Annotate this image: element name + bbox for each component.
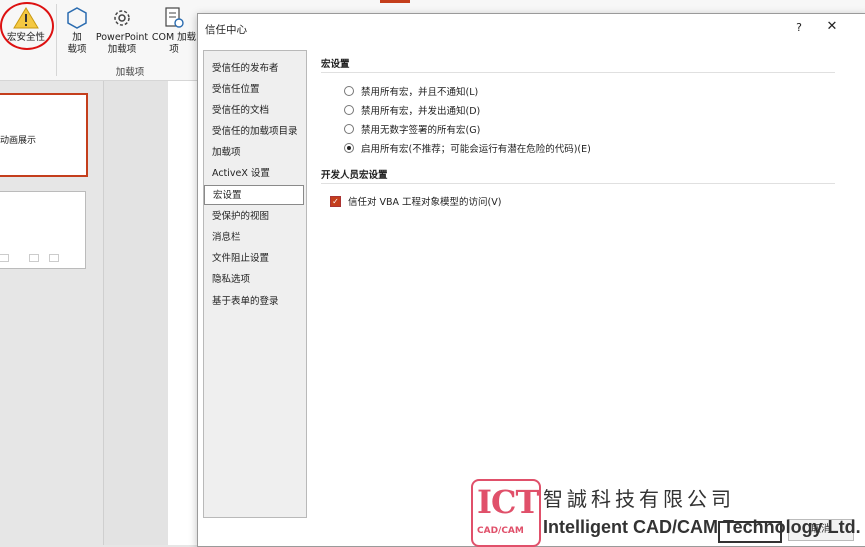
mini-shape — [49, 254, 59, 262]
nav-item-privacy-options[interactable]: 隐私选项 — [204, 270, 304, 290]
ict-logo-subtext: CAD/CAM — [477, 526, 524, 536]
mini-shape — [0, 254, 9, 262]
checkbox-checked[interactable]: ✓ — [330, 195, 341, 207]
radio-disable-no-notify[interactable]: 禁用所有宏，并且不通知(L) — [344, 84, 478, 98]
slide-thumbnail-2[interactable] — [0, 191, 86, 269]
trust-center-dialog: 信任中心 ? ✕ 受信任的发布者 受信任位置 受信任的文档 受信任的加载项目录 … — [197, 13, 865, 547]
company-name-english: Intelligent CAD/CAM Technology Ltd. — [543, 517, 861, 537]
highlight-circle — [0, 2, 54, 50]
ict-logo-text: ICT — [477, 483, 539, 521]
developer-macro-settings-heading: 开发人员宏设置 — [321, 170, 388, 181]
gear-icon — [114, 10, 130, 26]
com-addin-icon — [165, 7, 184, 28]
nav-item-trusted-publishers[interactable]: 受信任的发布者 — [204, 59, 304, 79]
ribbon-group-label: 加载项 — [115, 67, 145, 78]
radio-button-selected[interactable] — [344, 143, 354, 153]
slide-canvas[interactable] — [168, 81, 200, 545]
radio-label: 启用所有宏(不推荐；可能会运行有潜在危险的代码)(E) — [361, 144, 591, 155]
nav-item-file-block-settings[interactable]: 文件阻止设置 — [204, 249, 304, 269]
nav-item-message-bar[interactable]: 消息栏 — [204, 228, 304, 248]
nav-item-activex-settings[interactable]: ActiveX 设置 — [204, 164, 304, 184]
hexagon-icon — [67, 7, 87, 29]
section-divider — [321, 183, 835, 184]
nav-item-form-based-signin[interactable]: 基于表单的登录 — [204, 292, 304, 312]
nav-item-addins[interactable]: 加载项 — [204, 143, 304, 163]
slide-thumbnail-pane: 动画展示 — [0, 81, 104, 545]
addin-button[interactable]: 加 载项 — [60, 6, 94, 56]
macro-settings-heading: 宏设置 — [321, 59, 350, 70]
trust-center-nav: 受信任的发布者 受信任位置 受信任的文档 受信任的加载项目录 加载项 Activ… — [203, 50, 307, 518]
com-addin-label: COM 加载项 — [151, 32, 197, 55]
checkbox-label: 信任对 VBA 工程对象模型的访问(V) — [348, 197, 502, 208]
dialog-title: 信任中心 — [205, 24, 247, 36]
slide-thumbnail-1[interactable]: 动画展示 — [0, 93, 88, 177]
mini-shape — [29, 254, 39, 262]
radio-button[interactable] — [344, 86, 354, 96]
radio-label: 禁用所有宏，并且不通知(L) — [361, 87, 479, 98]
radio-button[interactable] — [344, 105, 354, 115]
ribbon-accent-bar — [380, 0, 410, 3]
addin-label: 加 载项 — [67, 32, 87, 55]
powerpoint-addin-label: PowerPoint 加载项 — [95, 32, 149, 55]
radio-button[interactable] — [344, 124, 354, 134]
com-addin-button[interactable]: COM 加载项 — [150, 6, 198, 56]
nav-item-trusted-addin-catalogs[interactable]: 受信任的加载项目录 — [204, 122, 304, 142]
radio-enable-all[interactable]: 启用所有宏(不推荐；可能会运行有潜在危险的代码)(E) — [344, 141, 591, 155]
ribbon-separator — [56, 4, 57, 76]
slide-thumbnail-text: 动画展示 — [0, 136, 37, 146]
section-divider — [321, 72, 835, 73]
nav-item-trusted-documents[interactable]: 受信任的文档 — [204, 101, 304, 121]
radio-label: 禁用无数字签署的所有宏(G) — [361, 125, 481, 136]
nav-item-trusted-locations[interactable]: 受信任位置 — [204, 80, 304, 100]
checkbox-trust-vba[interactable]: ✓ 信任对 VBA 工程对象模型的访问(V) — [330, 194, 501, 208]
ict-logo: ICT CAD/CAM — [471, 479, 541, 547]
close-icon[interactable]: ✕ — [824, 19, 840, 34]
radio-disable-with-notify[interactable]: 禁用所有宏，并发出通知(D) — [344, 103, 480, 117]
company-watermark: ICT CAD/CAM 智誠科技有限公司 取消 Intelligent CAD/… — [471, 479, 865, 547]
help-button[interactable]: ? — [792, 21, 806, 34]
nav-item-protected-view[interactable]: 受保护的视图 — [204, 207, 304, 227]
powerpoint-addin-button[interactable]: PowerPoint 加载项 — [94, 6, 150, 56]
company-name-chinese: 智誠科技有限公司 — [543, 487, 735, 511]
radio-label: 禁用所有宏，并发出通知(D) — [361, 106, 481, 117]
nav-item-macro-settings[interactable]: 宏设置 — [204, 185, 304, 205]
radio-disable-unsigned[interactable]: 禁用无数字签署的所有宏(G) — [344, 122, 480, 136]
